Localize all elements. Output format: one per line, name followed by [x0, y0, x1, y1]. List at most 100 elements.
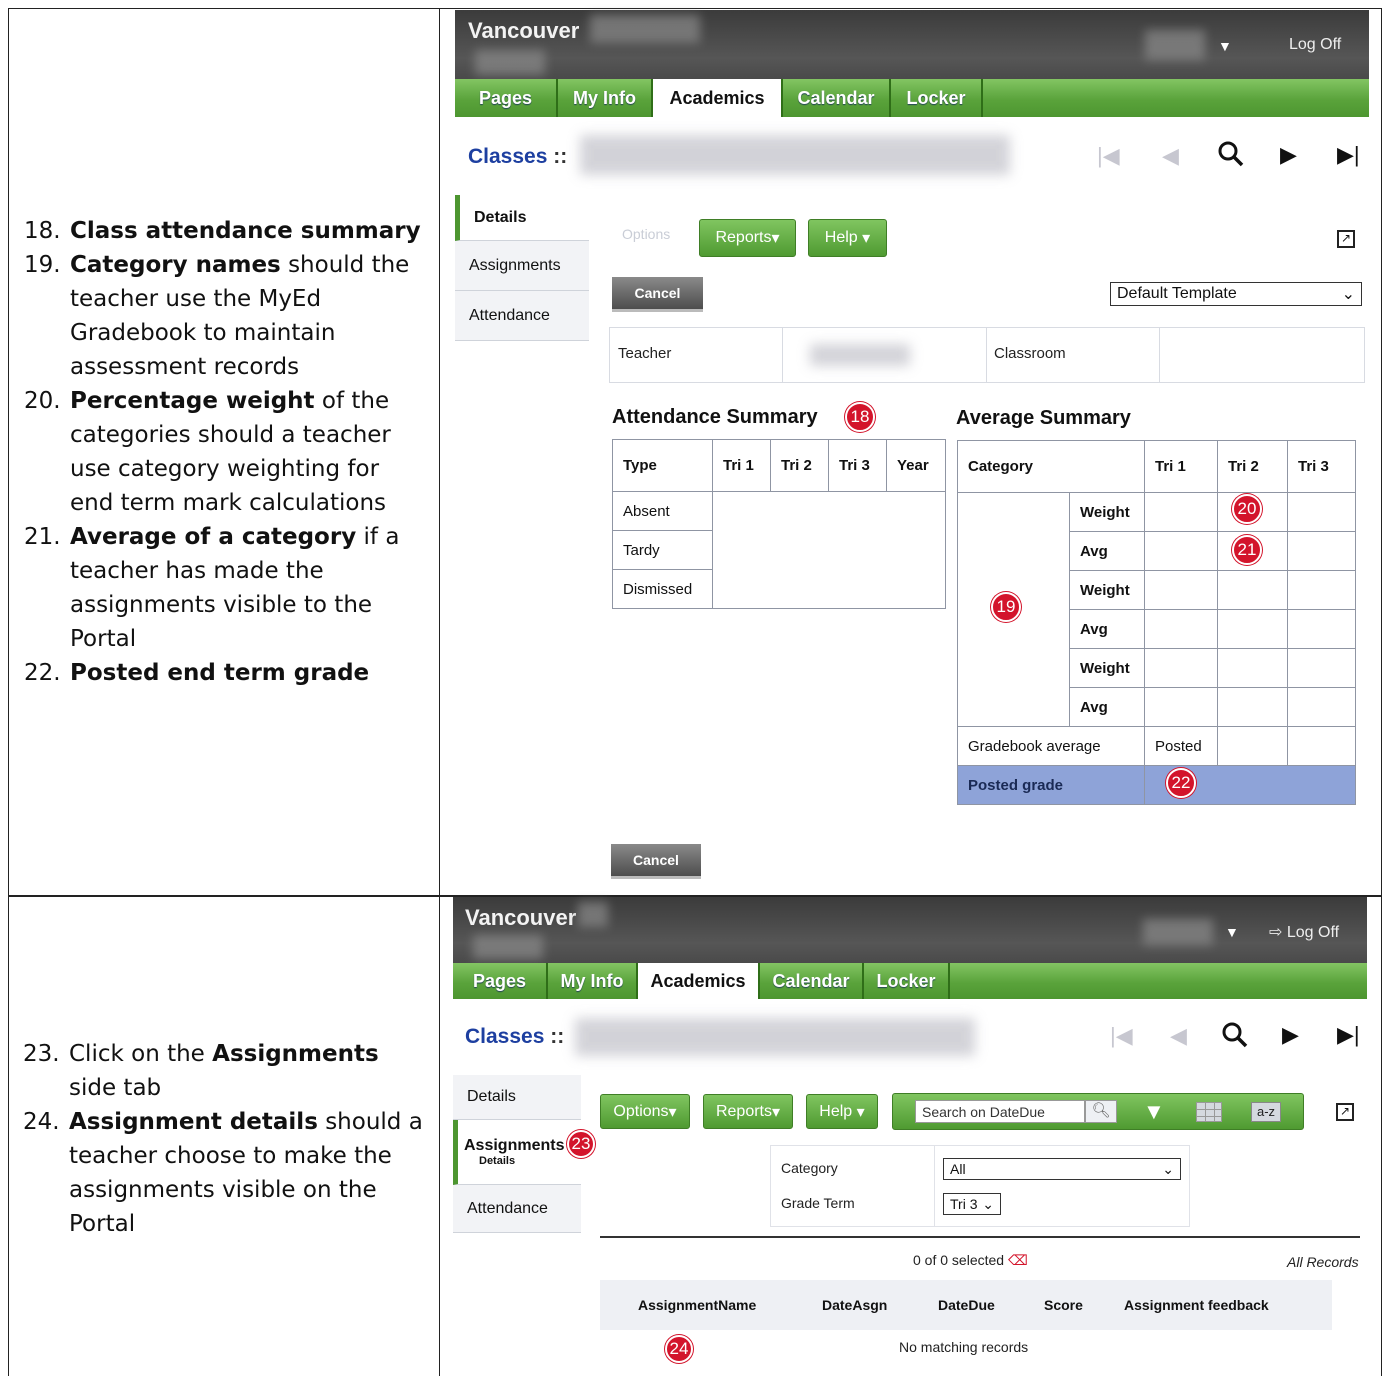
- columns-grid-icon[interactable]: [1196, 1102, 1222, 1122]
- blurred-school-name-2: [578, 902, 608, 927]
- grade-term-select[interactable]: Tri 3 ⌄: [943, 1193, 1001, 1215]
- grid-divider: [439, 8, 440, 1376]
- last-record-icon-2[interactable]: ▶|: [1337, 1022, 1360, 1048]
- att-row-tardy: Tardy: [612, 530, 713, 570]
- col-assignment-feedback[interactable]: Assignment feedback: [1108, 1297, 1269, 1313]
- eraser-icon[interactable]: ⌫: [1008, 1252, 1028, 1268]
- template-select[interactable]: Default Template ⌄: [1110, 282, 1362, 306]
- side-tabs-2: Details Assignments Details Attendance: [453, 1075, 581, 1235]
- badge-21: 21: [1232, 535, 1262, 565]
- tab-locker[interactable]: Locker: [891, 79, 983, 117]
- help-button-2[interactable]: Help ▾: [806, 1094, 878, 1129]
- chevron-down-icon: ⌄: [1162, 1160, 1174, 1177]
- blurred-logo: [475, 50, 545, 75]
- att-col-type: Type: [612, 439, 713, 492]
- assignments-sub-details: Details: [479, 1155, 516, 1167]
- gradebook-average-label: Gradebook average: [957, 726, 1145, 766]
- avg-col-tri1: Tri 1: [1144, 440, 1218, 493]
- tab-pages[interactable]: Pages: [455, 79, 558, 117]
- att-col-tri2: Tri 2: [770, 439, 829, 492]
- category-select[interactable]: All ⌄: [943, 1158, 1181, 1180]
- sidetab-assignments-2[interactable]: Assignments Details: [453, 1120, 581, 1185]
- search-icon[interactable]: [1217, 140, 1245, 174]
- sort-az-icon[interactable]: a-z: [1251, 1102, 1281, 1122]
- teacher-classroom-row: Teacher Classroom: [609, 327, 1365, 383]
- sidetab-assignments[interactable]: Assignments: [455, 241, 589, 291]
- grid-top: [8, 8, 1382, 9]
- blurred-class-name-2: [575, 1018, 975, 1056]
- tab-locker-2[interactable]: Locker: [864, 963, 950, 999]
- blurred-logo-2: [473, 935, 543, 959]
- attendance-summary-title: Attendance Summary: [612, 406, 818, 428]
- col-assignment-name[interactable]: AssignmentName: [600, 1297, 808, 1313]
- badge-22: 22: [1166, 768, 1196, 798]
- last-record-icon[interactable]: ▶|: [1337, 142, 1360, 168]
- first-record-icon-2[interactable]: |◀: [1110, 1023, 1133, 1049]
- badge-20: 20: [1232, 494, 1262, 524]
- tab-academics[interactable]: Academics: [653, 79, 781, 117]
- side-tabs: Details Assignments Attendance: [455, 195, 589, 345]
- sidetab-attendance-2[interactable]: Attendance: [453, 1185, 581, 1233]
- sidetab-attendance[interactable]: Attendance: [455, 291, 589, 341]
- first-record-icon[interactable]: |◀: [1097, 143, 1120, 169]
- sidetab-details-2[interactable]: Details: [453, 1075, 581, 1120]
- classroom-label: Classroom: [994, 345, 1066, 362]
- all-records-link[interactable]: All Records: [1287, 1254, 1359, 1270]
- previous-record-icon[interactable]: ◀: [1162, 143, 1179, 169]
- teacher-label: Teacher: [618, 345, 672, 362]
- col-score[interactable]: Score: [1028, 1297, 1108, 1313]
- attendance-table: Type Tri 1 Tri 2 Tri 3 Year Absent Tardy…: [612, 439, 946, 609]
- tab-myinfo-2[interactable]: My Info: [548, 963, 638, 999]
- tab-academics-2[interactable]: Academics: [638, 963, 758, 999]
- tab-calendar[interactable]: Calendar: [781, 79, 891, 117]
- sidetab-details[interactable]: Details: [455, 195, 589, 241]
- instruction-19: 19. Category names should the teacher use…: [24, 252, 410, 380]
- col-date-asgn[interactable]: DateAsgn: [808, 1297, 923, 1313]
- search-go-icon[interactable]: 🔍︎: [1085, 1100, 1117, 1123]
- blurred-username-2: [1143, 919, 1213, 945]
- classes-breadcrumb-2: Classes ::: [465, 1025, 565, 1048]
- user-menu-caret-icon[interactable]: ▼: [1218, 38, 1232, 54]
- assignments-table-header: AssignmentName DateAsgn DateDue Score As…: [600, 1280, 1332, 1330]
- filter-divider: [934, 1146, 935, 1226]
- help-button[interactable]: Help ▾: [808, 219, 887, 257]
- tab-pages-2[interactable]: Pages: [453, 963, 548, 999]
- tab-myinfo[interactable]: My Info: [558, 79, 653, 117]
- logoff-link-2[interactable]: ⇨ Log Off: [1269, 922, 1339, 942]
- options-button-2[interactable]: Options ▾: [600, 1094, 690, 1129]
- filter-icon[interactable]: ▼: [1143, 1099, 1165, 1125]
- user-menu-caret-icon-2[interactable]: ▼: [1225, 924, 1239, 940]
- badge-19: 19: [991, 592, 1021, 622]
- tab-calendar-2[interactable]: Calendar: [758, 963, 864, 999]
- reports-button[interactable]: Reports ▾: [699, 219, 796, 257]
- search-toolbar: Search on DateDue 🔍︎ ▼ a-z: [892, 1093, 1304, 1130]
- avg-col-category: Category: [957, 440, 1145, 493]
- app-header: Vancouver ▼ Log Off: [455, 10, 1369, 79]
- instruction-21: 21. Average of a category if a teacher ha…: [24, 524, 400, 652]
- datedue-search-input[interactable]: Search on DateDue: [915, 1100, 1085, 1123]
- popout-icon-2[interactable]: ↗: [1336, 1103, 1354, 1121]
- cancel-button-bottom[interactable]: Cancel: [611, 844, 701, 879]
- logoff-link[interactable]: Log Off: [1289, 36, 1341, 54]
- average-summary-title: Average Summary: [956, 407, 1131, 429]
- avg-row-weight-2: Weight: [1069, 570, 1145, 610]
- reports-button-2[interactable]: Reports ▾: [703, 1094, 793, 1129]
- instruction-22: 22. Posted end term grade: [24, 660, 370, 686]
- grid-left: [8, 8, 9, 1376]
- next-record-icon[interactable]: ▶: [1280, 142, 1297, 168]
- grid-right: [1381, 8, 1382, 1376]
- badge-18: 18: [845, 402, 875, 432]
- avg-col-tri3: Tri 3: [1287, 440, 1356, 493]
- next-record-icon-2[interactable]: ▶: [1282, 1022, 1299, 1048]
- previous-record-icon-2[interactable]: ◀: [1170, 1023, 1187, 1049]
- cancel-button-top[interactable]: Cancel: [612, 277, 703, 312]
- col-date-due[interactable]: DateDue: [923, 1297, 1028, 1313]
- avg-row-avg-2: Avg: [1069, 609, 1145, 649]
- classes-breadcrumb: Classes ::: [468, 145, 568, 168]
- teacher-divider: [782, 328, 783, 382]
- search-icon-2[interactable]: [1221, 1021, 1249, 1055]
- avg-row-weight-1: Weight: [1069, 492, 1145, 532]
- main-tabs: Pages My Info Academics Calendar Locker: [455, 79, 1369, 117]
- popout-icon[interactable]: ↗: [1337, 230, 1355, 248]
- blurred-teacher-name: [810, 344, 910, 366]
